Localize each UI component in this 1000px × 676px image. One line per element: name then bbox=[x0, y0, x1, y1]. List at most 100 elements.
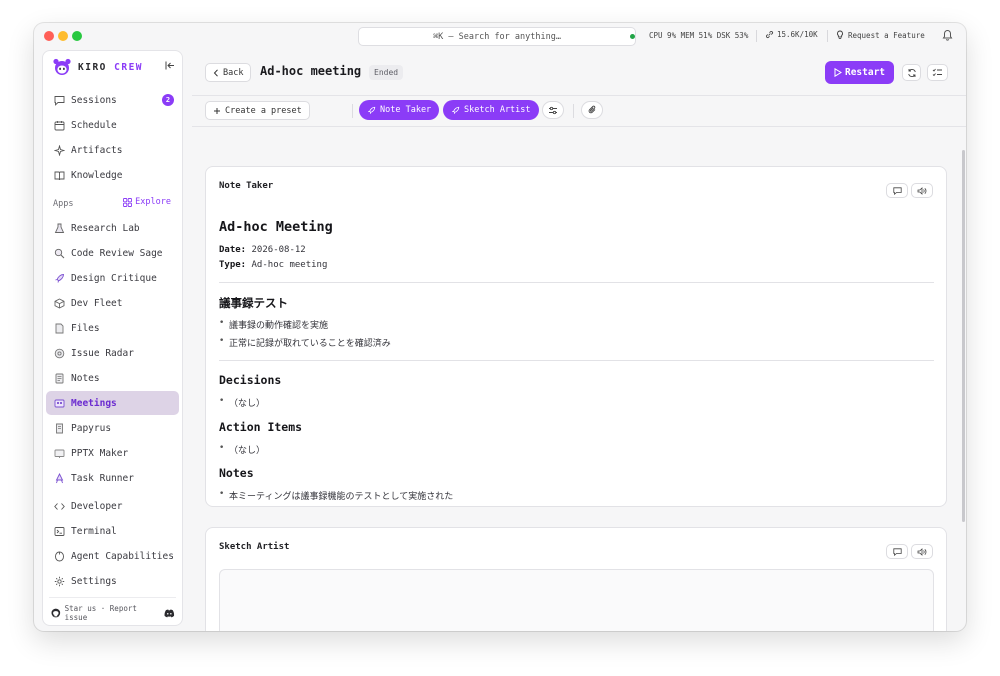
list-item: （なし） bbox=[219, 443, 265, 456]
speaker-icon bbox=[917, 547, 927, 556]
sidebar-item-label: Notes bbox=[71, 372, 100, 384]
chat-icon bbox=[53, 94, 65, 106]
comment-icon bbox=[892, 547, 902, 556]
command-search-text: ⌘K — Search for anything… bbox=[433, 31, 561, 42]
sparkle-icon bbox=[53, 144, 65, 156]
restart-label: Restart bbox=[844, 67, 886, 78]
agent-pill-sketch-artist[interactable]: Sketch Artist bbox=[443, 100, 539, 120]
card-title: Sketch Artist bbox=[219, 542, 290, 552]
speaker-button[interactable] bbox=[911, 183, 933, 198]
sidebar-item-papyrus[interactable]: Papyrus bbox=[46, 416, 179, 440]
sidebar-item-terminal[interactable]: Terminal bbox=[46, 519, 179, 543]
sidebar-item-pptx-maker[interactable]: PPTX Maker bbox=[46, 441, 179, 465]
refresh-button[interactable] bbox=[902, 64, 921, 81]
type-line: Type: Ad-hoc meeting bbox=[219, 260, 327, 270]
comment-button[interactable] bbox=[886, 544, 908, 559]
close-window-button[interactable] bbox=[44, 31, 54, 41]
note-icon bbox=[53, 372, 65, 384]
restart-button[interactable]: Restart bbox=[825, 61, 894, 84]
sidebar-item-research-lab[interactable]: Research Lab bbox=[46, 216, 179, 240]
speaker-icon bbox=[917, 186, 927, 195]
system-stats: CPU 9% MEM 51% DSK 53% bbox=[649, 31, 749, 40]
sidebar-item-label: PPTX Maker bbox=[71, 447, 129, 459]
sidebar-item-developer[interactable]: Developer bbox=[46, 494, 179, 518]
sketch-canvas[interactable] bbox=[219, 569, 934, 631]
sidebar-item-sessions[interactable]: Sessions 2 bbox=[46, 88, 179, 112]
sidebar-item-code-review-sage[interactable]: Code Review Sage bbox=[46, 241, 179, 265]
token-usage-text: 15.6K/10K bbox=[777, 30, 818, 39]
status-badge: Ended bbox=[369, 65, 404, 80]
comment-button[interactable] bbox=[886, 183, 908, 198]
terminal-icon bbox=[53, 525, 65, 537]
sidebar-item-label: Task Runner bbox=[71, 472, 134, 484]
maximize-window-button[interactable] bbox=[72, 31, 82, 41]
sidebar-item-settings[interactable]: Settings bbox=[46, 569, 179, 593]
explore-apps-link[interactable]: Explore bbox=[123, 197, 171, 207]
sidebar-item-agent-capabilities[interactable]: Agent Capabilities bbox=[46, 544, 179, 568]
divider bbox=[49, 597, 176, 598]
sidebar-item-schedule[interactable]: Schedule bbox=[46, 113, 179, 137]
back-label: Back bbox=[223, 67, 244, 78]
file-icon bbox=[53, 322, 65, 334]
create-preset-button[interactable]: Create a preset bbox=[205, 101, 310, 120]
divider bbox=[352, 104, 353, 118]
sidebar-item-label: Code Review Sage bbox=[71, 247, 163, 259]
sidebar-item-knowledge[interactable]: Knowledge bbox=[46, 163, 179, 187]
command-search-bar[interactable]: ⌘K — Search for anything… bbox=[358, 27, 636, 46]
attach-button[interactable] bbox=[581, 101, 603, 119]
token-usage[interactable]: 15.6K/10K bbox=[765, 30, 818, 39]
sidebar-item-label: Artifacts bbox=[71, 144, 123, 156]
notes-heading: Notes bbox=[219, 466, 254, 480]
grid-icon bbox=[123, 197, 133, 207]
divider bbox=[192, 95, 966, 96]
collapse-sidebar-icon[interactable] bbox=[165, 61, 175, 70]
back-button[interactable]: Back bbox=[205, 63, 252, 82]
list-item: 議事録の動作確認を実施 bbox=[219, 318, 328, 331]
speaker-button[interactable] bbox=[911, 544, 933, 559]
sidebar-item-label: Agent Capabilities bbox=[71, 550, 174, 562]
sidebar-item-meetings[interactable]: Meetings bbox=[46, 391, 179, 415]
calendar-icon bbox=[53, 119, 65, 131]
sidebar-item-task-runner[interactable]: Task Runner bbox=[46, 466, 179, 490]
list-item: 正常に記録が取れていることを確認済み bbox=[219, 336, 391, 349]
magnifier-icon bbox=[53, 247, 65, 259]
divider bbox=[827, 30, 828, 42]
rocket-icon bbox=[368, 106, 376, 114]
sidebar-item-issue-radar[interactable]: Issue Radar bbox=[46, 341, 179, 365]
sidebar-item-design-critique[interactable]: Design Critique bbox=[46, 266, 179, 290]
sidebar-item-notes[interactable]: Notes bbox=[46, 366, 179, 390]
github-icon[interactable] bbox=[51, 608, 61, 618]
sidebar-item-label: Files bbox=[71, 322, 100, 334]
agent-pill-label: Sketch Artist bbox=[464, 105, 531, 115]
bell-icon[interactable] bbox=[942, 29, 953, 41]
minimize-window-button[interactable] bbox=[58, 31, 68, 41]
sidebar-item-label: Meetings bbox=[71, 397, 117, 409]
sidebar-item-dev-fleet[interactable]: Dev Fleet bbox=[46, 291, 179, 315]
agent-pill-note-taker[interactable]: Note Taker bbox=[359, 100, 440, 120]
app-window: ⌘K — Search for anything… CPU 9% MEM 51%… bbox=[34, 23, 966, 631]
list-item: （なし） bbox=[219, 396, 265, 409]
agent-settings-button[interactable] bbox=[542, 101, 564, 119]
sliders-icon bbox=[549, 106, 557, 114]
divider bbox=[219, 282, 934, 283]
main-content: Back Ad-hoc meeting Ended Restart Create… bbox=[192, 50, 966, 631]
request-feature-link[interactable]: Request a Feature bbox=[836, 30, 925, 40]
divider bbox=[756, 30, 757, 42]
meeting-icon bbox=[53, 397, 65, 409]
main-scrollbar[interactable] bbox=[962, 150, 965, 522]
brand[interactable]: KIRO CREW bbox=[52, 57, 143, 77]
link-icon bbox=[765, 30, 774, 39]
book-icon bbox=[53, 169, 65, 181]
sidebar-item-files[interactable]: Files bbox=[46, 316, 179, 340]
card-actions bbox=[886, 544, 933, 559]
card-actions bbox=[886, 183, 933, 198]
preset-label: Create a preset bbox=[225, 105, 302, 116]
discord-icon[interactable] bbox=[164, 609, 175, 618]
footer-links[interactable]: Star us · Report issue bbox=[65, 604, 161, 622]
comment-icon bbox=[892, 186, 902, 195]
sidebar-item-label: Developer bbox=[71, 500, 123, 512]
checklist-button[interactable] bbox=[927, 64, 948, 81]
sidebar-item-label: Knowledge bbox=[71, 169, 123, 181]
sidebar-item-artifacts[interactable]: Artifacts bbox=[46, 138, 179, 162]
sidebar-item-label: Dev Fleet bbox=[71, 297, 123, 309]
